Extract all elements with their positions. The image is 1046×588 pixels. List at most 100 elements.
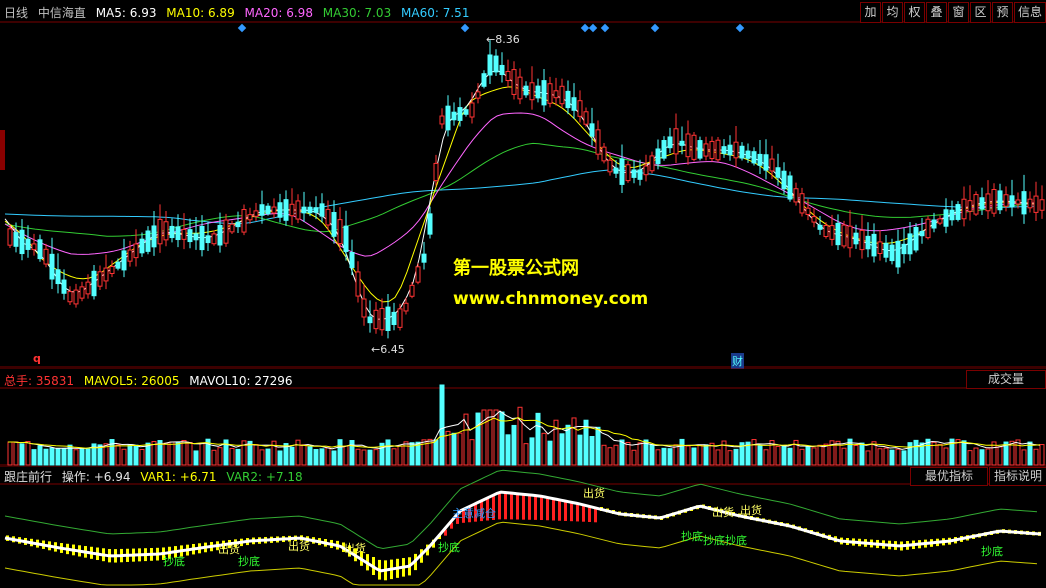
candle-body [727,144,733,156]
candle-body [823,224,829,238]
candle-body [499,64,505,76]
candle-body [793,188,799,203]
price-chart-svg[interactable] [0,0,1046,368]
average-button[interactable]: 均 [882,2,903,23]
volume-bar [367,449,373,466]
volume-bar [607,447,613,466]
candle-body [565,90,571,109]
volume-bar [727,450,733,466]
range-button[interactable]: 区 [970,2,991,23]
candle-body [229,223,235,233]
ma30-label: MA30: 7.03 [322,6,392,20]
candle-body [547,83,553,104]
indicator-panel[interactable]: 跟庄前行 操作: +6.94 VAR1: +6.71 VAR2: +7.18 最… [0,466,1046,588]
volume-bar [907,442,913,466]
ind-annotation: 抄底 [238,555,260,568]
volume-bar [697,444,703,466]
candle-body [967,200,973,212]
candle-body [187,229,193,243]
candle-body [133,243,139,259]
overlay-button[interactable]: 叠 [926,2,947,23]
candle-body [469,102,475,118]
forecast-button[interactable]: 预 [992,2,1013,23]
candle-body [589,123,595,137]
candle-body [421,253,427,263]
candle-body [649,155,655,172]
indicator-bar [510,493,513,520]
volume-bar [163,442,169,466]
candle-body [97,271,103,287]
ind-annotation: 主意减仓 [452,507,496,520]
volume-bar [55,448,61,466]
candle-body [1009,195,1015,208]
finance-marker[interactable]: 财 [731,353,744,369]
candle-body [481,73,487,87]
candle-body [337,219,343,245]
volume-bar [595,426,601,466]
candle-body [43,248,49,265]
volume-bar [79,448,85,466]
volume-bar [259,449,265,466]
candle-body [85,281,91,295]
candle-body [631,169,637,178]
volume-bar [181,440,187,466]
indicator-help-button[interactable]: 指标说明 [989,467,1046,486]
period-label[interactable]: 日线 [4,6,28,20]
volume-bar [505,434,511,466]
volume-bar [463,413,469,466]
candle-body [961,198,967,220]
candle-body [817,224,823,230]
watermark-url: www.chnmoney.com [453,289,649,309]
volume-bar [361,449,367,466]
candle-body [871,233,877,257]
ind-annotation: 抄底 [163,555,185,568]
volume-bar [751,439,757,466]
candle-body [439,115,445,125]
volume-bar [373,449,379,466]
weight-button[interactable]: 权 [904,2,925,23]
candle-body [931,219,937,229]
candle-body [301,206,307,214]
volume-bar [691,447,697,466]
volume-bar [997,446,1003,466]
high-price-label: ←8.36 [486,33,520,46]
volume-bar [937,444,943,466]
candle-body [865,235,871,250]
volume-bar [61,448,67,466]
volume-bar [511,424,517,466]
indicator-bar [588,506,591,522]
volume-bar [529,437,535,466]
candle-body [25,238,31,250]
candle-body [343,225,349,252]
window-button[interactable]: 窗 [948,2,969,23]
volume-panel[interactable]: 总手: 35831 MAVOL5: 26005 MAVOL10: 27296 成… [0,368,1046,466]
candle-body [493,55,499,73]
volume-bar [397,445,403,466]
candle-body [889,244,895,262]
volume-bar [211,449,217,466]
candle-body [523,85,529,96]
candle-body [505,70,511,82]
candle-body [91,270,97,297]
price-chart-panel[interactable]: 日线 中信海直 MA5: 6.93 MA10: 6.89 MA20: 6.98 … [0,0,1046,369]
candle-body [259,204,265,216]
candle-body [67,291,73,303]
volume-bar [589,435,595,466]
add-button[interactable]: 加 [860,2,881,23]
indicator-bar [576,503,579,522]
volume-button[interactable]: 成交量 [966,370,1046,389]
indicator-bar [540,496,543,520]
info-button[interactable]: 信息 [1014,2,1046,23]
candle-body [577,100,583,117]
volume-bar [49,447,55,466]
volume-bar [877,448,883,466]
watermark-title: 第一股票公式网 [453,258,579,279]
volume-bar [301,444,307,466]
candle-body [811,216,817,223]
candle-body [601,146,607,162]
candle-body [655,148,661,165]
volume-bar [775,445,781,466]
volume-bar [193,450,199,466]
best-indicator-button[interactable]: 最优指标 [910,467,988,486]
candle-body [637,169,643,180]
